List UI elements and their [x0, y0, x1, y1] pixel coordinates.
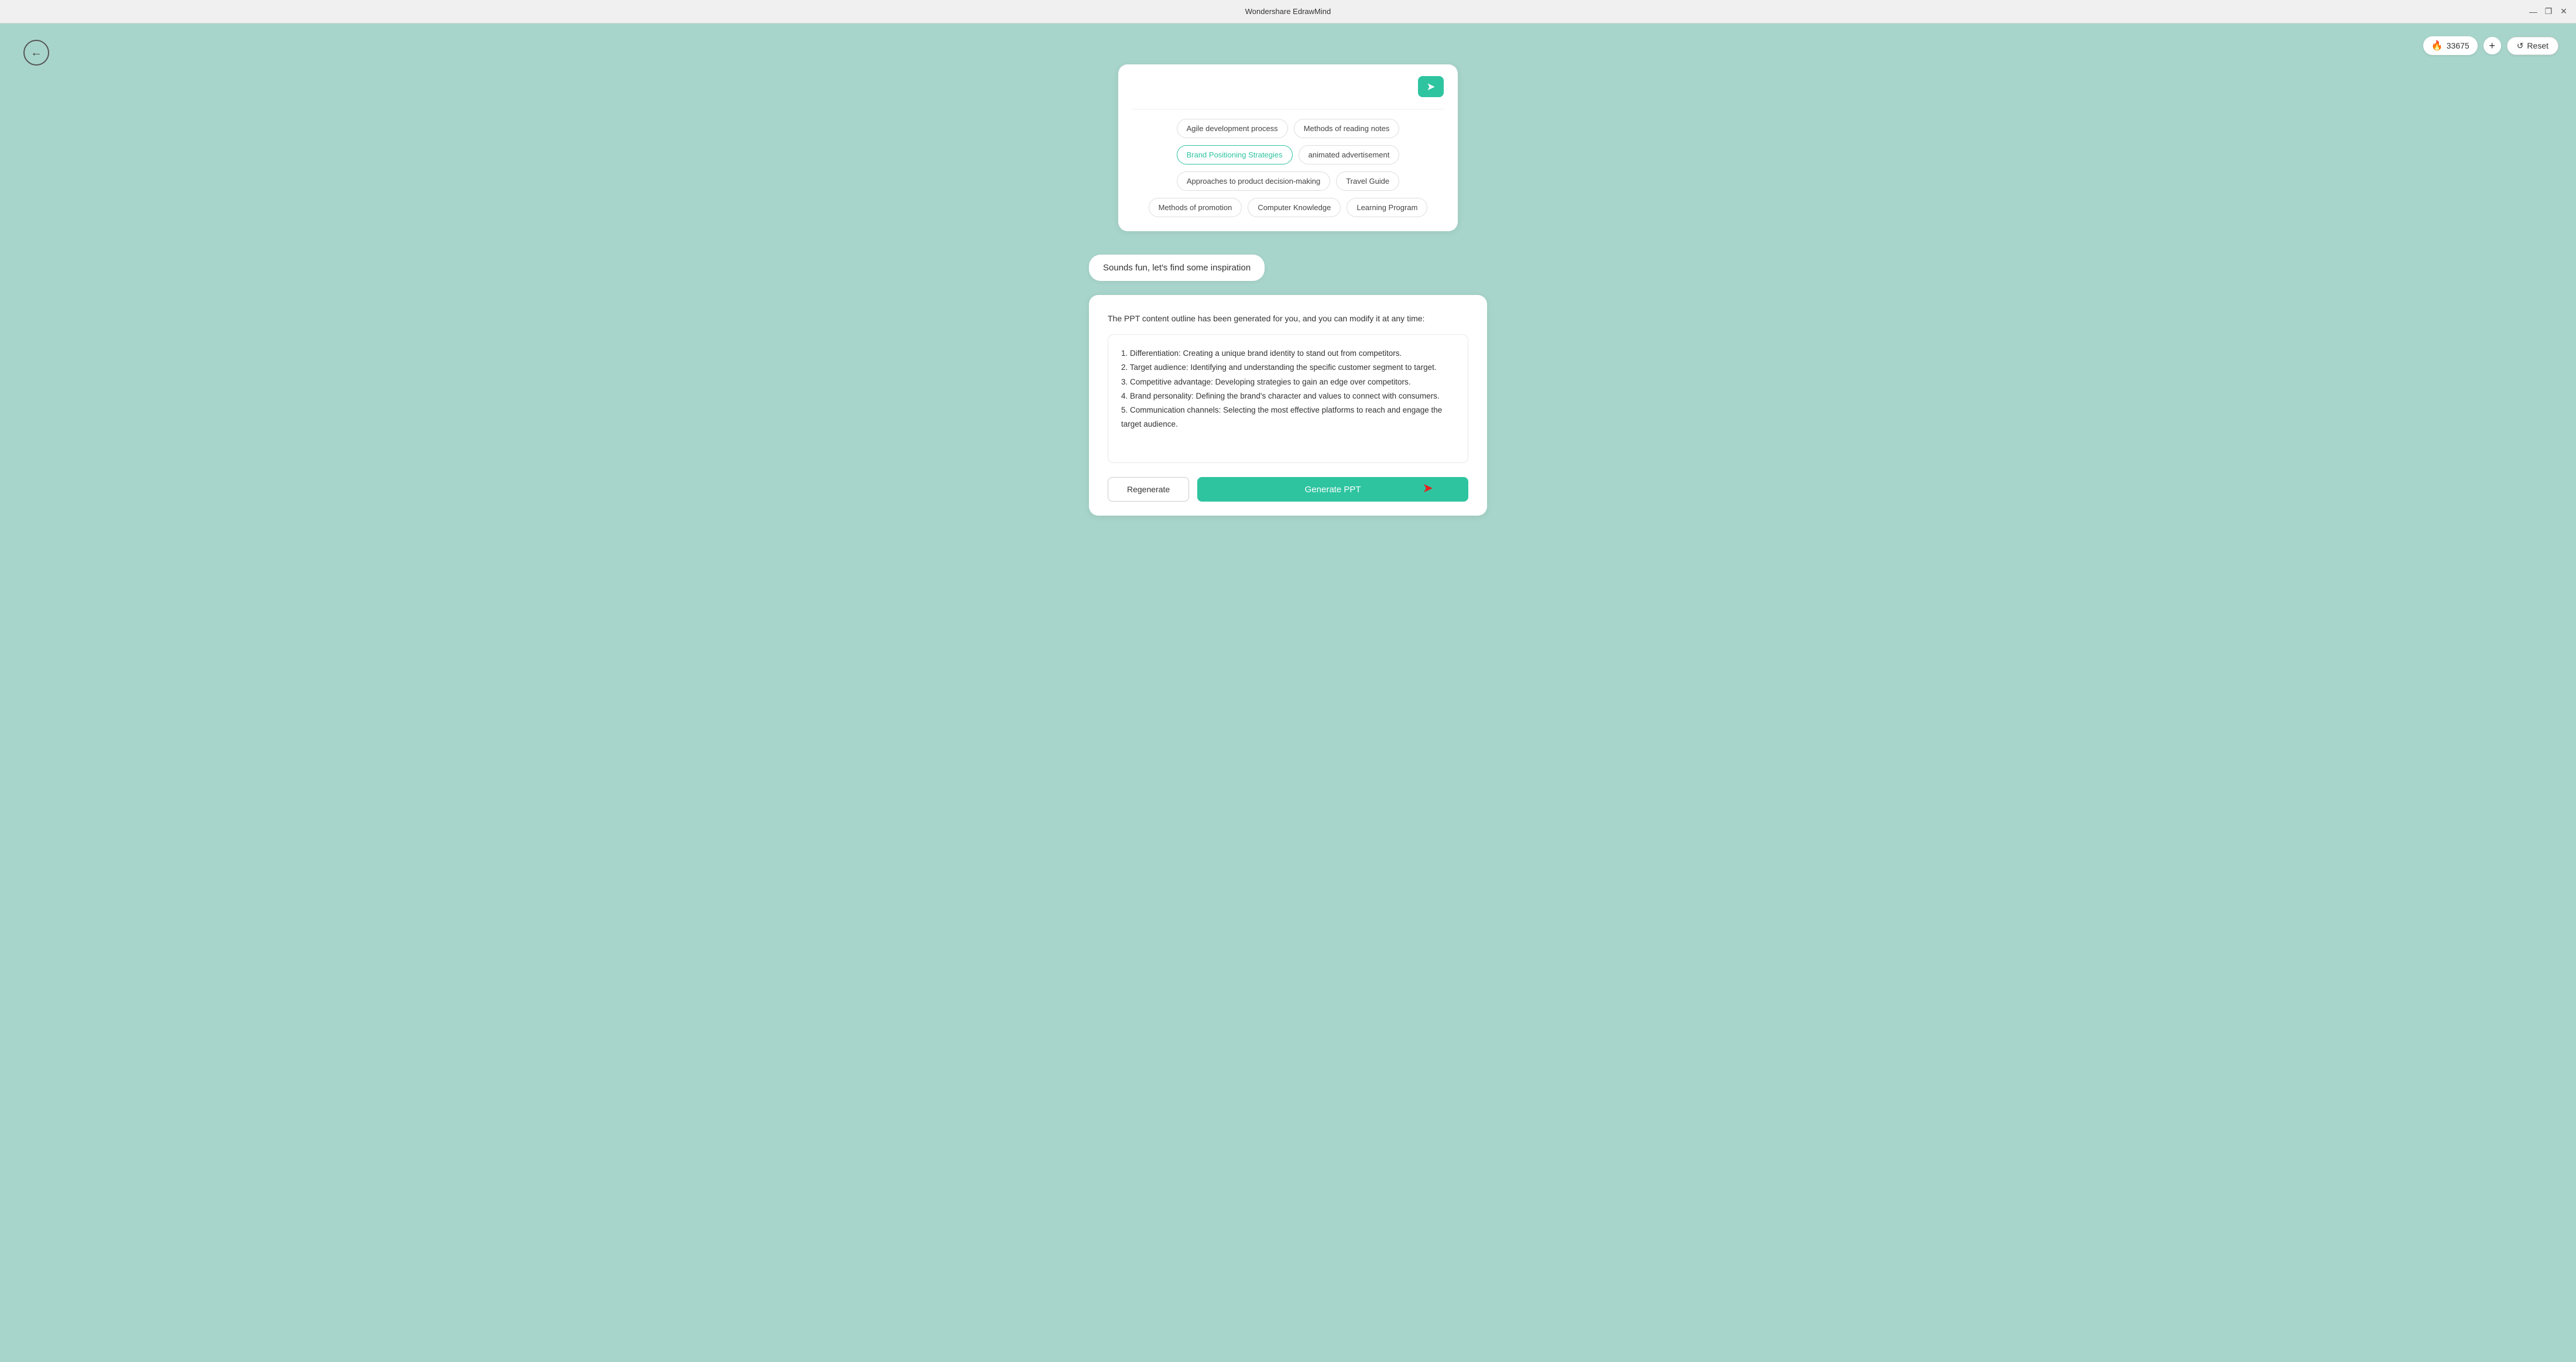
- chip-agile[interactable]: Agile development process: [1177, 119, 1288, 138]
- chips-row-1: Agile development process Methods of rea…: [1132, 119, 1444, 138]
- reset-label: Reset: [2527, 41, 2548, 50]
- minimize-button[interactable]: —: [2528, 6, 2539, 17]
- main-content: ← 🔥 33675 + ↺ Reset ➤ Agile: [0, 23, 2576, 1362]
- user-message-bubble: Sounds fun, let's find some inspiration: [1089, 255, 1265, 281]
- result-panel: The PPT content outline has been generat…: [1089, 295, 1487, 516]
- result-content-box: 1. Differentiation: Creating a unique br…: [1108, 334, 1468, 463]
- chips-row-3: Approaches to product decision-making Tr…: [1132, 171, 1444, 191]
- search-input[interactable]: [1132, 82, 1418, 91]
- chips-input-row: ➤: [1132, 76, 1444, 97]
- messages-area: Sounds fun, let's find some inspiration …: [1089, 255, 1487, 516]
- chip-brand-positioning[interactable]: Brand Positioning Strategies: [1177, 145, 1293, 164]
- top-toolbar: 🔥 33675 + ↺ Reset: [2423, 36, 2558, 55]
- titlebar: Wondershare EdrawMind — ❐ ✕: [0, 0, 2576, 23]
- chips-row-4: Methods of promotion Computer Knowledge …: [1132, 198, 1444, 217]
- result-intro-text: The PPT content outline has been generat…: [1108, 313, 1468, 325]
- send-button[interactable]: ➤: [1418, 76, 1444, 97]
- back-arrow-icon: ←: [30, 46, 42, 60]
- chip-travel-guide[interactable]: Travel Guide: [1336, 171, 1399, 191]
- generate-ppt-button[interactable]: Generate PPT ➤: [1197, 477, 1468, 502]
- chips-row-2: Brand Positioning Strategies animated ad…: [1132, 145, 1444, 164]
- regenerate-button[interactable]: Regenerate: [1108, 477, 1189, 502]
- chip-computer-knowledge[interactable]: Computer Knowledge: [1248, 198, 1341, 217]
- cursor-icon: ➤: [1423, 481, 1433, 496]
- window-controls: — ❐ ✕: [2528, 6, 2569, 17]
- maximize-button[interactable]: ❐: [2543, 6, 2554, 17]
- chip-animated-ad[interactable]: animated advertisement: [1299, 145, 1400, 164]
- content-wrapper: ➤ Agile development process Methods of r…: [0, 23, 2576, 539]
- credits-value: 33675: [2447, 41, 2469, 50]
- credits-icon: 🔥: [2431, 40, 2443, 52]
- app-title: Wondershare EdrawMind: [1245, 7, 1331, 16]
- add-credits-button[interactable]: +: [2483, 37, 2501, 54]
- reset-icon: ↺: [2517, 41, 2524, 51]
- chip-reading-notes[interactable]: Methods of reading notes: [1294, 119, 1400, 138]
- chips-panel: ➤ Agile development process Methods of r…: [1118, 64, 1458, 231]
- generate-ppt-label: Generate PPT: [1305, 485, 1361, 495]
- back-button[interactable]: ←: [23, 40, 49, 66]
- send-icon: ➤: [1426, 81, 1435, 93]
- chip-learning-program[interactable]: Learning Program: [1347, 198, 1427, 217]
- result-buttons: Regenerate Generate PPT ➤: [1108, 477, 1468, 502]
- chips-grid: Agile development process Methods of rea…: [1132, 119, 1444, 217]
- chip-product-decision[interactable]: Approaches to product decision-making: [1177, 171, 1330, 191]
- chip-methods-promotion[interactable]: Methods of promotion: [1149, 198, 1242, 217]
- result-content-text: 1. Differentiation: Creating a unique br…: [1121, 346, 1455, 432]
- close-button[interactable]: ✕: [2558, 6, 2569, 17]
- credits-badge: 🔥 33675: [2423, 36, 2478, 55]
- user-message-text: Sounds fun, let's find some inspiration: [1103, 263, 1251, 273]
- reset-button[interactable]: ↺ Reset: [2507, 37, 2558, 55]
